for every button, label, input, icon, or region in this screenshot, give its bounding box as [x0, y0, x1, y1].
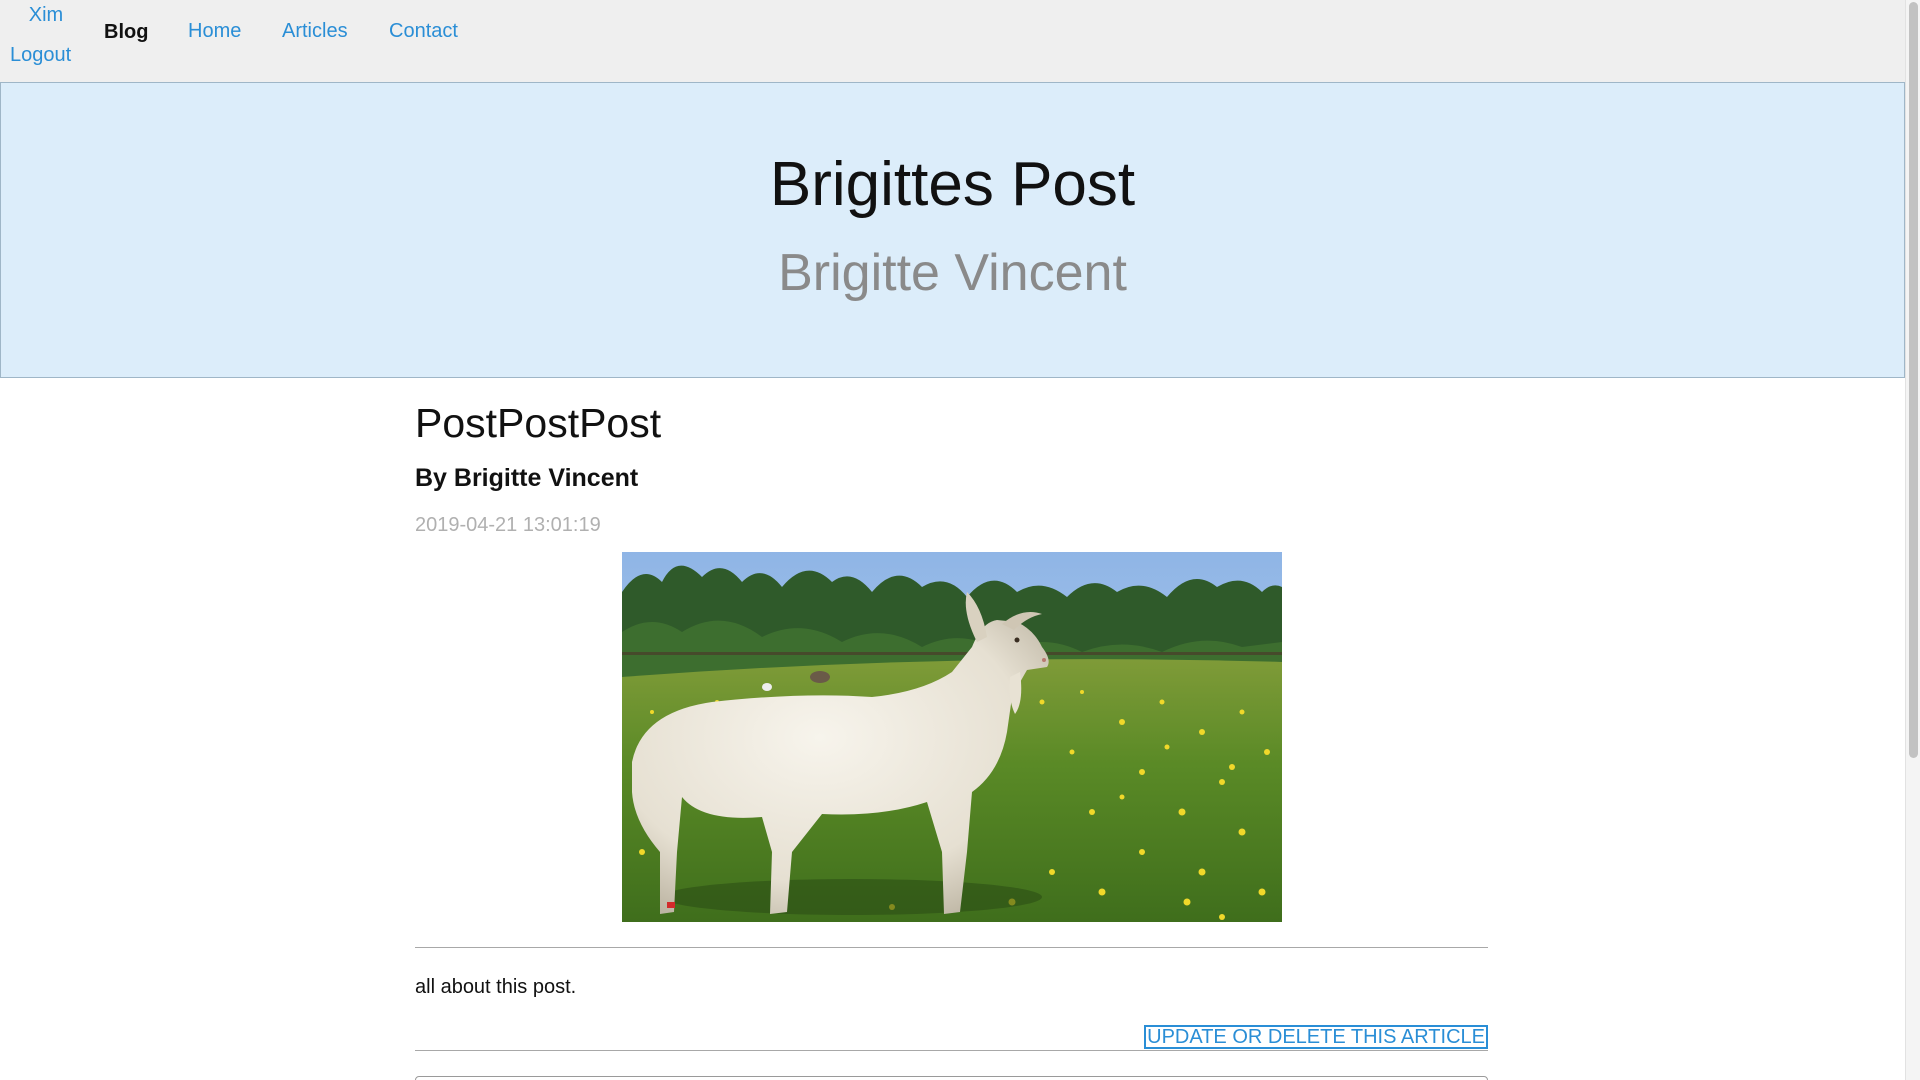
nav-articles-link[interactable]: Articles: [282, 20, 348, 43]
page: Xim Logout Blog Home Articles Contact Br…: [0, 0, 1905, 1080]
user-menu-link[interactable]: Xim: [0, 4, 92, 27]
update-delete-article-link[interactable]: UPDATE OR DELETE THIS ARTICLE: [1144, 1025, 1488, 1049]
brand-link[interactable]: Blog: [104, 21, 148, 44]
vertical-scrollbar[interactable]: [1905, 0, 1920, 1080]
scrollbar-thumb[interactable]: [1909, 2, 1918, 758]
article-title: PostPostPost: [415, 400, 662, 446]
logout-link[interactable]: Logout: [10, 44, 71, 67]
goat-photo-icon: [622, 552, 1282, 922]
article: PostPostPost By Brigitte Vincent 2019-04…: [415, 376, 1488, 1080]
article-body: all about this post.: [415, 976, 577, 998]
hero-banner: Brigittes Post Brigitte Vincent: [0, 82, 1905, 378]
article-date: 2019-04-21 13:01:19: [415, 514, 601, 536]
article-byline: By Brigitte Vincent: [415, 464, 639, 492]
nav-contact-link[interactable]: Contact: [389, 20, 458, 43]
comment-input-field[interactable]: [415, 1076, 1488, 1080]
blog-title: Brigittes Post: [769, 150, 1136, 219]
nav-home-link[interactable]: Home: [188, 20, 241, 43]
blog-owner-name: Brigitte Vincent: [778, 244, 1127, 302]
goat-photo-image: [622, 552, 1282, 922]
content-divider-top: [415, 947, 1488, 948]
content-divider-bottom: [415, 1050, 1488, 1051]
top-navbar: Xim Logout Blog Home Articles Contact: [0, 0, 1905, 82]
